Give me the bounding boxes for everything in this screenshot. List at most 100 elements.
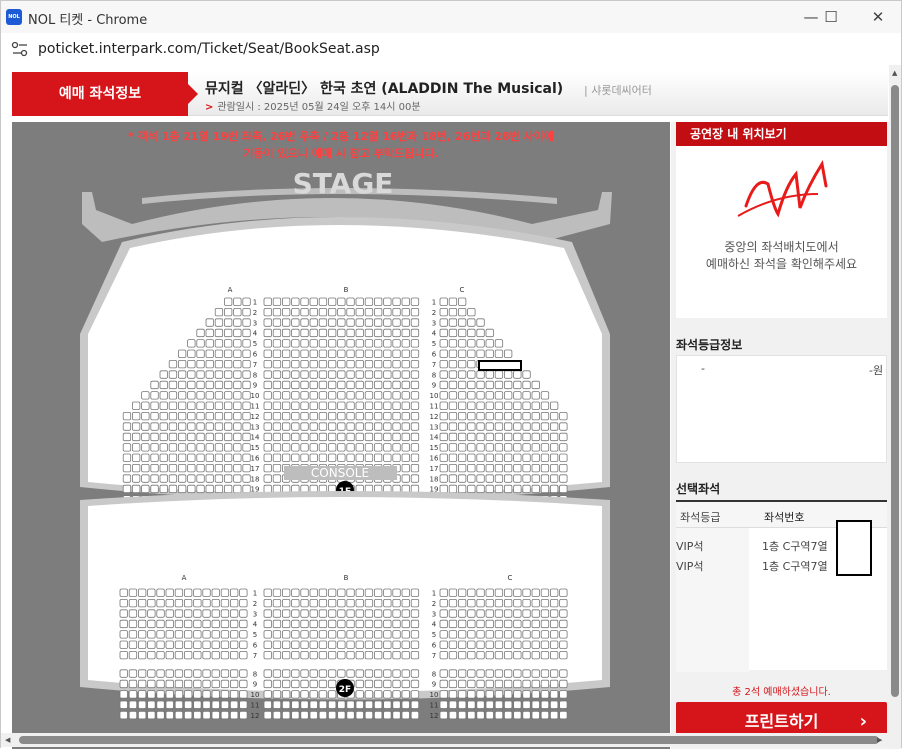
seat-2f-c[interactable]	[503, 679, 513, 689]
seat-2f-b[interactable]	[410, 640, 420, 649]
seat-1f-c[interactable]	[476, 370, 485, 379]
seat-2f-c[interactable]	[531, 640, 540, 649]
seat-2f-c[interactable]	[476, 679, 485, 689]
seat-2f-c[interactable]	[457, 640, 467, 649]
seat-1f-a[interactable]	[233, 463, 242, 473]
seat-1f-c[interactable]	[494, 401, 504, 410]
seat-1f-c[interactable]	[522, 432, 531, 442]
seat-1f-a[interactable]	[205, 370, 214, 379]
seat-2f-a[interactable]	[174, 651, 184, 660]
seat-1f-c[interactable]	[494, 380, 504, 390]
seat-1f-c[interactable]	[540, 432, 550, 442]
seat-2f-c[interactable]	[522, 640, 531, 649]
seat-1f-a[interactable]	[223, 432, 233, 442]
seat-1f-b[interactable]	[410, 380, 420, 390]
seat-1f-b[interactable]	[291, 422, 300, 431]
seat-2f-c[interactable]	[476, 640, 485, 649]
seat-1f-a[interactable]	[187, 474, 196, 483]
seat-1f-c[interactable]	[559, 443, 568, 452]
seat-2f-b[interactable]	[346, 640, 355, 649]
seat-2f-b[interactable]	[392, 700, 401, 709]
seat-1f-b[interactable]	[318, 391, 328, 400]
seat-2f-a[interactable]	[119, 630, 128, 639]
seat-2f-a[interactable]	[183, 640, 193, 649]
seat-1f-b[interactable]	[291, 307, 300, 317]
seat-1f-a[interactable]	[141, 432, 150, 442]
seat-1f-b[interactable]	[364, 370, 374, 379]
seat-2f-c[interactable]	[531, 598, 540, 608]
seat-2f-c[interactable]	[476, 700, 485, 709]
seat-1f-b[interactable]	[401, 474, 410, 483]
scroll-left-icon[interactable]: ◀	[5, 736, 10, 744]
seat-2f-c[interactable]	[513, 651, 522, 660]
seat-2f-b[interactable]	[355, 711, 364, 720]
seat-2f-c[interactable]	[503, 700, 513, 709]
seat-1f-a[interactable]	[214, 318, 224, 327]
seat-2f-c[interactable]	[503, 630, 513, 639]
seat-1f-c[interactable]	[457, 463, 467, 473]
seat-2f-b[interactable]	[355, 609, 364, 618]
seat-2f-b[interactable]	[281, 651, 291, 660]
seat-2f-c[interactable]	[540, 711, 550, 720]
seat-1f-b[interactable]	[272, 474, 282, 483]
seat-1f-c[interactable]	[494, 443, 504, 452]
seat-1f-c[interactable]	[448, 380, 458, 390]
seat-2f-b[interactable]	[383, 700, 392, 709]
seat-1f-c[interactable]	[531, 443, 540, 452]
seat-1f-b[interactable]	[291, 391, 300, 400]
seat-1f-c[interactable]	[448, 401, 458, 410]
seat-2f-b[interactable]	[346, 630, 355, 639]
seat-2f-a[interactable]	[229, 711, 239, 720]
seat-1f-a[interactable]	[242, 349, 251, 358]
seat-1f-b[interactable]	[263, 380, 272, 390]
seat-2f-a[interactable]	[220, 609, 230, 618]
seat-1f-c[interactable]	[457, 339, 467, 348]
seat-2f-b[interactable]	[355, 640, 364, 649]
seat-2f-c[interactable]	[485, 669, 494, 678]
seat-1f-a[interactable]	[159, 484, 168, 494]
seat-1f-b[interactable]	[355, 380, 364, 390]
seat-2f-a[interactable]	[202, 630, 211, 639]
seat-2f-c[interactable]	[550, 619, 559, 629]
seat-2f-c[interactable]	[531, 669, 540, 678]
seat-2f-b[interactable]	[355, 651, 364, 660]
seat-1f-a[interactable]	[196, 370, 205, 379]
seat-2f-b[interactable]	[401, 651, 410, 660]
seat-1f-a[interactable]	[177, 411, 187, 421]
seat-1f-b[interactable]	[383, 391, 392, 400]
seat-1f-b[interactable]	[291, 349, 300, 358]
seat-1f-b[interactable]	[263, 401, 272, 410]
seat-1f-b[interactable]	[401, 307, 410, 317]
seat-1f-c[interactable]	[476, 474, 485, 483]
seat-2f-c[interactable]	[439, 700, 448, 709]
seat-1f-a[interactable]	[122, 453, 132, 462]
seat-2f-a[interactable]	[229, 700, 239, 709]
seat-2f-b[interactable]	[355, 679, 364, 689]
seat-2f-b[interactable]	[364, 700, 374, 709]
seat-2f-c[interactable]	[513, 669, 522, 678]
seat-2f-a[interactable]	[202, 609, 211, 618]
seat-2f-a[interactable]	[193, 609, 202, 618]
seat-1f-a[interactable]	[196, 411, 205, 421]
seat-2f-a[interactable]	[229, 598, 239, 608]
seat-1f-c[interactable]	[531, 411, 540, 421]
seat-1f-a[interactable]	[214, 391, 224, 400]
seat-1f-b[interactable]	[364, 307, 374, 317]
seat-1f-a[interactable]	[223, 359, 233, 369]
seat-1f-a[interactable]	[159, 391, 168, 400]
seat-1f-b[interactable]	[373, 349, 383, 358]
seat-1f-b[interactable]	[309, 318, 318, 327]
seat-2f-c[interactable]	[439, 679, 448, 689]
seat-1f-a[interactable]	[205, 380, 214, 390]
seat-1f-c[interactable]	[540, 484, 550, 494]
seat-1f-b[interactable]	[364, 297, 374, 306]
seat-1f-b[interactable]	[318, 411, 328, 421]
seat-1f-c[interactable]	[467, 474, 476, 483]
seat-2f-b[interactable]	[272, 679, 282, 689]
seat-2f-b[interactable]	[263, 630, 272, 639]
seat-2f-c[interactable]	[559, 598, 568, 608]
seat-1f-c[interactable]	[439, 339, 448, 348]
seat-2f-b[interactable]	[300, 711, 309, 720]
seat-1f-c[interactable]	[457, 422, 467, 431]
seat-2f-b[interactable]	[392, 711, 401, 720]
